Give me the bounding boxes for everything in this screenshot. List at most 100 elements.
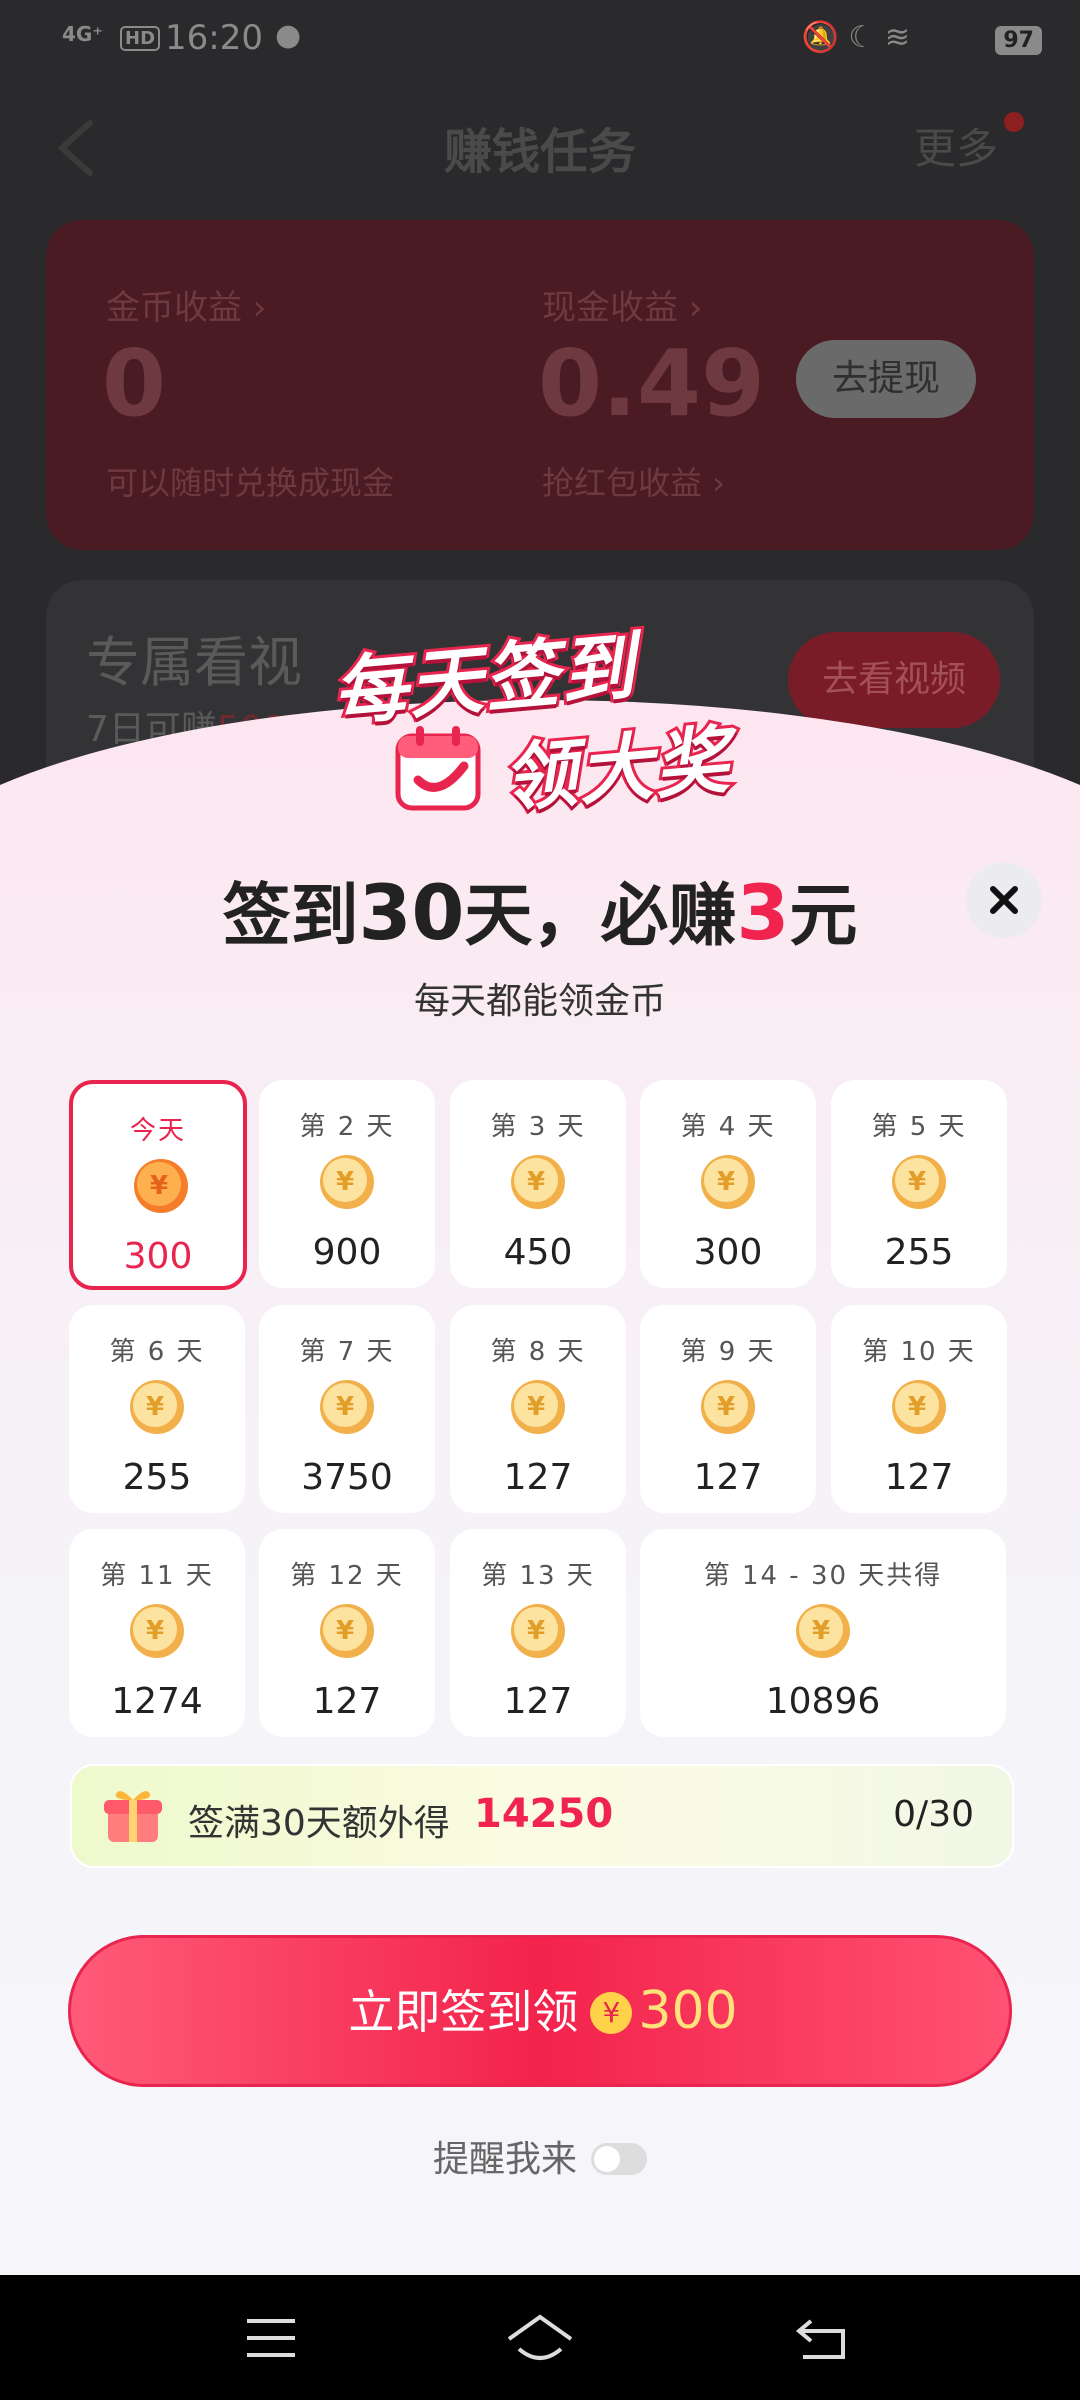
remind-row: 提醒我来 <box>0 2130 1080 2182</box>
headline-part1: 签到 <box>222 877 359 956</box>
bonus-value: 14250 <box>474 1791 614 1837</box>
coin-icon: ¥ <box>796 1604 850 1658</box>
day-cell[interactable]: 第 9 天 ¥127 <box>640 1305 816 1513</box>
day-cell[interactable]: 第 3 天 ¥450 <box>450 1080 626 1288</box>
status-time: 16:20 <box>165 18 263 58</box>
day-reward: 127 <box>312 1681 382 1722</box>
sign-in-amount: 300 <box>638 1981 738 2041</box>
day-cell[interactable]: 第 2 天 ¥900 <box>259 1080 435 1288</box>
svg-text:¥: ¥ <box>146 1392 164 1422</box>
system-nav-bar <box>0 2275 1080 2400</box>
cash-earnings-value: 0.49 <box>538 330 765 437</box>
svg-text:¥: ¥ <box>908 1392 926 1422</box>
coin-icon: ¥ <box>590 1992 633 2034</box>
calendar-icon <box>395 726 481 811</box>
back-nav-icon[interactable] <box>795 2315 849 2361</box>
coin-icon: ¥ <box>892 1380 946 1434</box>
day-label: 第 3 天 <box>490 1112 586 1142</box>
svg-text:¥: ¥ <box>717 1167 735 1197</box>
day-reward: 255 <box>122 1457 192 1498</box>
day-cell[interactable]: 第 13 天 ¥127 <box>450 1529 626 1737</box>
svg-text:¥: ¥ <box>336 1167 354 1197</box>
day-cell-today[interactable]: 今天 ¥300 <box>69 1080 247 1290</box>
home-icon[interactable] <box>505 2313 575 2363</box>
day-cell[interactable]: 第 8 天 ¥127 <box>450 1305 626 1513</box>
signal-icon: 4G⁺ <box>62 22 103 46</box>
coin-icon: ¥ <box>130 1604 184 1658</box>
withdraw-button[interactable]: 去提现 <box>796 340 976 418</box>
day-label: 第 6 天 <box>109 1337 205 1367</box>
day-label: 第 8 天 <box>490 1337 586 1367</box>
sign-in-button[interactable]: 立即签到领 ¥300 <box>68 1935 1012 2087</box>
sign-in-button-content: 立即签到领 ¥300 <box>71 1976 1015 2042</box>
remind-toggle[interactable] <box>591 2143 647 2175</box>
checkin-subline: 每天都能领金币 <box>413 981 666 1022</box>
day-reward: 900 <box>312 1232 382 1273</box>
day-label: 第 10 天 <box>862 1337 976 1367</box>
day-cell[interactable]: 第 5 天 ¥255 <box>831 1080 1007 1288</box>
day-reward: 300 <box>693 1232 763 1273</box>
day-label: 第 12 天 <box>290 1561 404 1591</box>
day-cell[interactable]: 第 12 天 ¥127 <box>259 1529 435 1737</box>
svg-text:¥: ¥ <box>527 1392 545 1422</box>
menu-icon[interactable] <box>245 2317 297 2359</box>
coin-icon: ¥ <box>701 1155 755 1209</box>
day-cell[interactable]: 第 7 天 ¥3750 <box>259 1305 435 1513</box>
day-reward: 300 <box>123 1236 193 1277</box>
day-reward: 127 <box>503 1681 573 1722</box>
video-task-title: 专属看视 <box>86 631 302 694</box>
coin-earnings-label[interactable]: 金币收益 › <box>106 280 266 329</box>
svg-text:¥: ¥ <box>336 1616 354 1646</box>
coin-icon: ¥ <box>130 1380 184 1434</box>
day-reward: 127 <box>503 1457 573 1498</box>
coin-icon: ¥ <box>511 1380 565 1434</box>
headline-days: 30 <box>358 868 465 957</box>
cash-earnings-label[interactable]: 现金收益 › <box>542 280 702 329</box>
svg-text:¥: ¥ <box>527 1616 545 1646</box>
bonus-bar: 签满30天额外得 14250 0/30 <box>70 1764 1014 1868</box>
svg-text:¥: ¥ <box>527 1167 545 1197</box>
day-reward: 10896 <box>765 1681 881 1722</box>
svg-text:¥: ¥ <box>150 1171 168 1201</box>
day-reward: 127 <box>884 1457 954 1498</box>
bonus-label: 签满30天额外得 <box>188 1803 450 1844</box>
remind-label: 提醒我来 <box>432 2139 577 2180</box>
coin-earnings-value: 0 <box>102 330 167 437</box>
day-label: 第 11 天 <box>100 1561 214 1591</box>
checkin-banner: 每天签到 领大奖 <box>312 600 782 840</box>
day-cell[interactable]: 第 14 - 30 天共得 ¥10896 <box>640 1529 1006 1737</box>
day-cell[interactable]: 第 10 天 ¥127 <box>831 1305 1007 1513</box>
coin-icon: ¥ <box>701 1380 755 1434</box>
sign-in-label: 立即签到领 <box>348 1985 579 2039</box>
coin-icon: ¥ <box>892 1155 946 1209</box>
checkin-headline: 签到30天，必赚3元 <box>0 860 1080 959</box>
coin-icon: ¥ <box>320 1380 374 1434</box>
day-cell[interactable]: 第 11 天 ¥1274 <box>69 1529 245 1737</box>
notification-dot <box>1004 112 1024 132</box>
svg-text:¥: ¥ <box>717 1392 735 1422</box>
day-label: 今天 <box>129 1116 186 1146</box>
battery-icon: 97 <box>995 26 1042 55</box>
svg-text:¥: ¥ <box>812 1616 830 1646</box>
more-button[interactable]: 更多 <box>914 115 998 176</box>
day-label: 第 14 - 30 天共得 <box>703 1561 943 1591</box>
svg-text:¥: ¥ <box>146 1616 164 1646</box>
svg-text:¥: ¥ <box>908 1167 926 1197</box>
headline-part3: 元 <box>789 877 858 956</box>
chat-icon: ● <box>275 18 302 53</box>
day-cell[interactable]: 第 4 天 ¥300 <box>640 1080 816 1288</box>
coin-icon: ¥ <box>134 1159 188 1213</box>
day-label: 第 2 天 <box>299 1112 395 1142</box>
svg-text:¥: ¥ <box>336 1392 354 1422</box>
day-reward: 3750 <box>301 1457 393 1498</box>
day-label: 第 9 天 <box>680 1337 776 1367</box>
cash-earnings-sub[interactable]: 抢红包收益 › <box>542 458 725 504</box>
system-icons: 🔕 ☾ ≋ <box>801 20 910 55</box>
day-reward: 1274 <box>111 1681 203 1722</box>
day-cell[interactable]: 第 6 天 ¥255 <box>69 1305 245 1513</box>
coin-earnings-sub: 可以随时兑换成现金 <box>106 464 395 502</box>
day-reward: 450 <box>503 1232 573 1273</box>
day-reward: 255 <box>884 1232 954 1273</box>
hd-badge: HD <box>120 26 161 51</box>
bonus-progress: 0/30 <box>893 1794 974 1835</box>
